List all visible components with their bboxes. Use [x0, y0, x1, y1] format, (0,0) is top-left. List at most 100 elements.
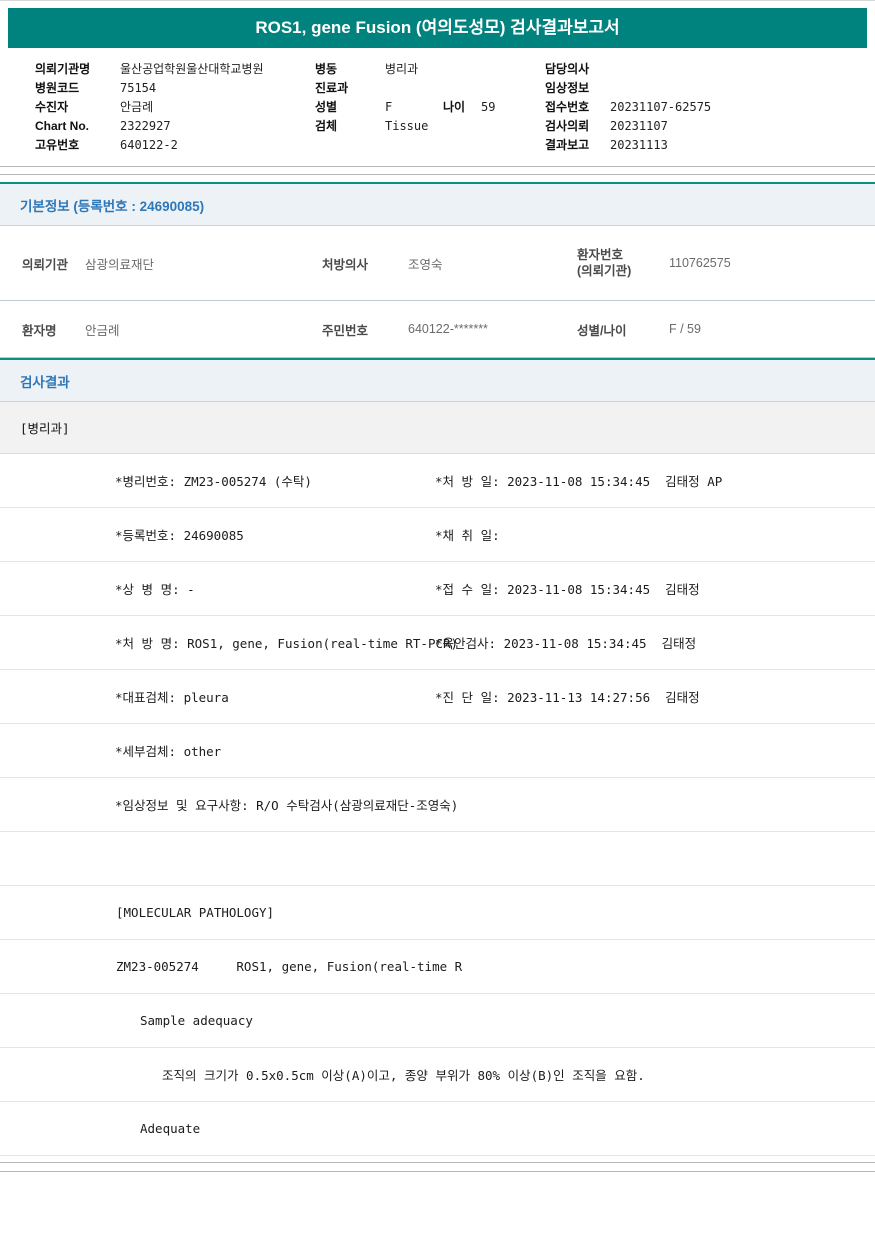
- result-detail-row: *대표검체: pleura *진 단 일: 2023-11-13 14:27:5…: [0, 670, 875, 724]
- result-detail-row: *처 방 명: ROS1, gene, Fusion(real-time RT-…: [0, 616, 875, 670]
- field-value: 조영숙: [408, 257, 443, 272]
- field-value: 안금례: [120, 100, 154, 114]
- field-value: 640122-2: [120, 137, 178, 152]
- patient-header-info: 의뢰기관명 울산공업학원울산대학교병원 병원코드 75154 수진자 안금례 C…: [0, 48, 875, 162]
- field-label: 고유번호: [35, 138, 80, 152]
- result-line: *처 방 명: ROS1, gene, Fusion(real-time RT-…: [115, 636, 459, 651]
- result-molecular-row: Sample adequacy: [0, 994, 875, 1048]
- field-value: 20231113: [610, 137, 668, 152]
- field-value: 59: [481, 99, 496, 114]
- field-label: 진료과: [315, 81, 349, 95]
- report-page: ROS1, gene Fusion (여의도성모) 검사결과보고서 의뢰기관명 …: [0, 0, 875, 1240]
- header-field-sex-age: 성별 F 나이 59: [315, 97, 545, 116]
- result-line: *채 취 일:: [435, 528, 500, 543]
- field-value: Tissue: [385, 118, 429, 133]
- header-field: 결과보고 20231113: [545, 135, 875, 154]
- field-label: 결과보고: [545, 138, 590, 152]
- report-title-banner: ROS1, gene Fusion (여의도성모) 검사결과보고서: [8, 8, 867, 48]
- result-molecular-row: ZM23-005274 ROS1, gene, Fusion(real-time…: [0, 940, 875, 994]
- field-label: 검체: [315, 119, 338, 133]
- result-empty-row: [0, 832, 875, 886]
- report-title: ROS1, gene Fusion (여의도성모) 검사결과보고서: [255, 18, 620, 37]
- field-label: 나이: [443, 100, 466, 114]
- result-line: *육안검사: 2023-11-08 15:34:45 김태정: [435, 636, 697, 651]
- result-detail-row: *세부검체: other: [0, 724, 875, 778]
- result-line: Adequate: [140, 1121, 201, 1136]
- results-section-header: 검사결과: [0, 358, 875, 402]
- field-label: 환자명: [22, 323, 57, 338]
- result-line: [MOLECULAR PATHOLOGY]: [116, 905, 275, 920]
- basic-info-row: 의뢰기관 삼광의료재단 처방의사 조영숙 환자번호 (의뢰기관) 1107625…: [0, 226, 875, 301]
- result-molecular-row: Adequate: [0, 1102, 875, 1156]
- field-label: 수진자: [35, 100, 69, 114]
- field-value: 병리과: [385, 62, 419, 76]
- field-value: 20231107-62575: [610, 99, 712, 114]
- result-line: *병리번호: ZM23-005274 (수탁): [115, 474, 312, 489]
- result-detail-row: *임상정보 및 요구사항: R/O 수탁검사(삼광의료재단-조영숙): [0, 778, 875, 832]
- results-section-title: 검사결과: [20, 374, 70, 390]
- header-field: Chart No. 2322927: [35, 116, 315, 135]
- field-label: 주민번호: [322, 323, 369, 338]
- department-label: [병리과]: [20, 421, 70, 436]
- field-value: 2322927: [120, 118, 171, 133]
- basic-info-cell: 환자명 안금례: [22, 320, 322, 339]
- header-field: 의뢰기관명 울산공업학원울산대학교병원: [35, 59, 315, 78]
- result-line: 조직의 크기가 0.5x0.5cm 이상(A)이고, 종양 부위가 80% 이상…: [162, 1068, 645, 1083]
- basic-info-cell: 의뢰기관 삼광의료재단: [22, 254, 322, 273]
- header-field: 검체 Tissue: [315, 116, 545, 135]
- header-col-middle: 병동 병리과 진료과 성별 F 나이 59 검체 Tissue: [315, 59, 545, 154]
- field-value: 20231107: [610, 118, 668, 133]
- footer-divider: [0, 1162, 875, 1172]
- department-row: [병리과]: [0, 402, 875, 454]
- basic-info-cell: 주민번호 640122-*******: [322, 320, 577, 339]
- header-col-left: 의뢰기관명 울산공업학원울산대학교병원 병원코드 75154 수진자 안금례 C…: [35, 59, 315, 154]
- field-label: 성별: [315, 100, 338, 114]
- result-line: *진 단 일: 2023-11-13 14:27:56 김태정: [435, 690, 700, 705]
- basic-info-cell: 성별/나이 F / 59: [577, 320, 875, 339]
- field-label: 병원코드: [35, 81, 80, 95]
- field-label: 처방의사: [322, 257, 369, 272]
- header-field: 수진자 안금례: [35, 97, 315, 116]
- field-label: 접수번호: [545, 100, 590, 114]
- result-detail-row: *상 병 명: - *접 수 일: 2023-11-08 15:34:45 김태…: [0, 562, 875, 616]
- basic-info-cell: 환자번호 (의뢰기관) 110762575: [577, 247, 875, 279]
- field-label: 병동: [315, 62, 338, 76]
- result-line: *세부검체: other: [115, 744, 222, 759]
- field-label: 임상정보: [545, 81, 590, 95]
- result-detail-row: *등록번호: 24690085 *채 취 일:: [0, 508, 875, 562]
- header-field: 병동 병리과: [315, 59, 545, 78]
- result-line: *임상정보 및 요구사항: R/O 수탁검사(삼광의료재단-조영숙): [115, 798, 459, 813]
- field-label: 검사의뢰: [545, 119, 590, 133]
- field-value: F: [385, 99, 393, 114]
- header-field: 담당의사: [545, 59, 875, 78]
- field-label: 담당의사: [545, 62, 590, 76]
- result-line: ZM23-005274 ROS1, gene, Fusion(real-time…: [116, 959, 463, 974]
- field-value: 640122-*******: [408, 322, 488, 336]
- result-detail-row: *병리번호: ZM23-005274 (수탁) *처 방 일: 2023-11-…: [0, 454, 875, 508]
- header-field: 접수번호 20231107-62575: [545, 97, 875, 116]
- field-value: 울산공업학원울산대학교병원: [120, 62, 264, 76]
- header-field: 진료과: [315, 78, 545, 97]
- result-line: Sample adequacy: [140, 1013, 253, 1028]
- header-field: 검사의뢰 20231107: [545, 116, 875, 135]
- result-line: *상 병 명: -: [115, 582, 195, 597]
- header-divider: [0, 166, 875, 175]
- field-label-line1: 환자번호: [577, 248, 624, 262]
- field-value: 110762575: [669, 256, 731, 270]
- field-label: 성별/나이: [577, 323, 627, 338]
- field-value: 삼광의료재단: [85, 257, 155, 272]
- result-line: *접 수 일: 2023-11-08 15:34:45 김태정: [435, 582, 700, 597]
- result-line: *처 방 일: 2023-11-08 15:34:45 김태정 AP: [435, 474, 723, 489]
- result-molecular-row: 조직의 크기가 0.5x0.5cm 이상(A)이고, 종양 부위가 80% 이상…: [0, 1048, 875, 1102]
- result-line: *등록번호: 24690085: [115, 528, 244, 543]
- basic-info-section-title: 기본정보 (등록번호 : 24690085): [20, 198, 205, 214]
- basic-info-cell: 처방의사 조영숙: [322, 254, 577, 273]
- field-label: 환자번호 (의뢰기관): [577, 247, 669, 279]
- field-label: 의뢰기관명: [35, 62, 91, 76]
- result-line: *대표검체: pleura: [115, 690, 229, 705]
- basic-info-section-header: 기본정보 (등록번호 : 24690085): [0, 182, 875, 226]
- field-value: 안금례: [85, 323, 120, 338]
- header-field: 병원코드 75154: [35, 78, 315, 97]
- result-molecular-row: [MOLECULAR PATHOLOGY]: [0, 886, 875, 940]
- header-field: 고유번호 640122-2: [35, 135, 315, 154]
